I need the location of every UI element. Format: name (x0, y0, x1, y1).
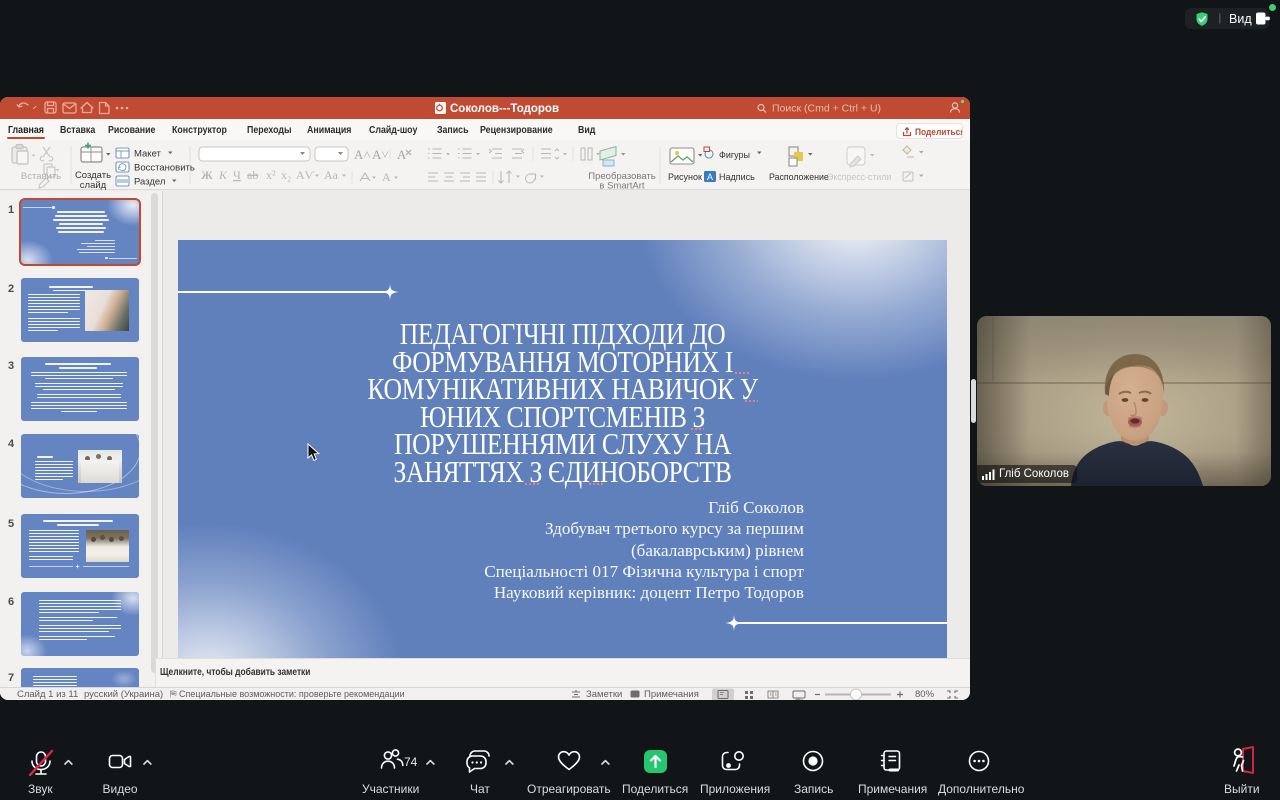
svg-text:A: A (397, 147, 407, 162)
svg-text:Поиск (Cmd + Ctrl + U): Поиск (Cmd + Ctrl + U) (772, 103, 881, 115)
svg-text:Надпись: Надпись (719, 172, 755, 182)
svg-text:x₂: x₂ (281, 168, 291, 182)
svg-text:Экспресс-стили: Экспресс-стили (827, 172, 891, 182)
svg-text:А: А (382, 170, 391, 184)
svg-text:x²: x² (266, 168, 276, 182)
svg-text:К: К (218, 168, 228, 182)
svg-text:ab: ab (247, 168, 258, 182)
svg-text:Ж: Ж (201, 168, 213, 182)
svg-text:слайд: слайд (80, 180, 107, 190)
svg-text:Раздел: Раздел (134, 177, 165, 188)
svg-text:Рисунок: Рисунок (668, 172, 702, 182)
svg-text:Макет: Макет (134, 149, 162, 160)
svg-text:А: А (707, 172, 713, 182)
svg-text:Аа: Аа (324, 168, 339, 182)
svg-text:Соколов---Тодоров: Соколов---Тодоров (450, 103, 559, 115)
svg-text:A˅: A˅ (372, 147, 389, 162)
svg-text:Ч: Ч (233, 168, 241, 182)
svg-text:Расположение: Расположение (769, 172, 829, 182)
svg-text:Вставить: Вставить (21, 171, 61, 182)
svg-text:A˄: A˄ (354, 147, 371, 162)
svg-text:Фигуры: Фигуры (719, 150, 750, 160)
svg-text:в SmartArt: в SmartArt (599, 181, 645, 191)
svg-text:74: 74 (404, 755, 418, 769)
svg-text:АѴ: АѴ (296, 168, 315, 182)
svg-text:Восстановить: Восстановить (134, 163, 195, 174)
